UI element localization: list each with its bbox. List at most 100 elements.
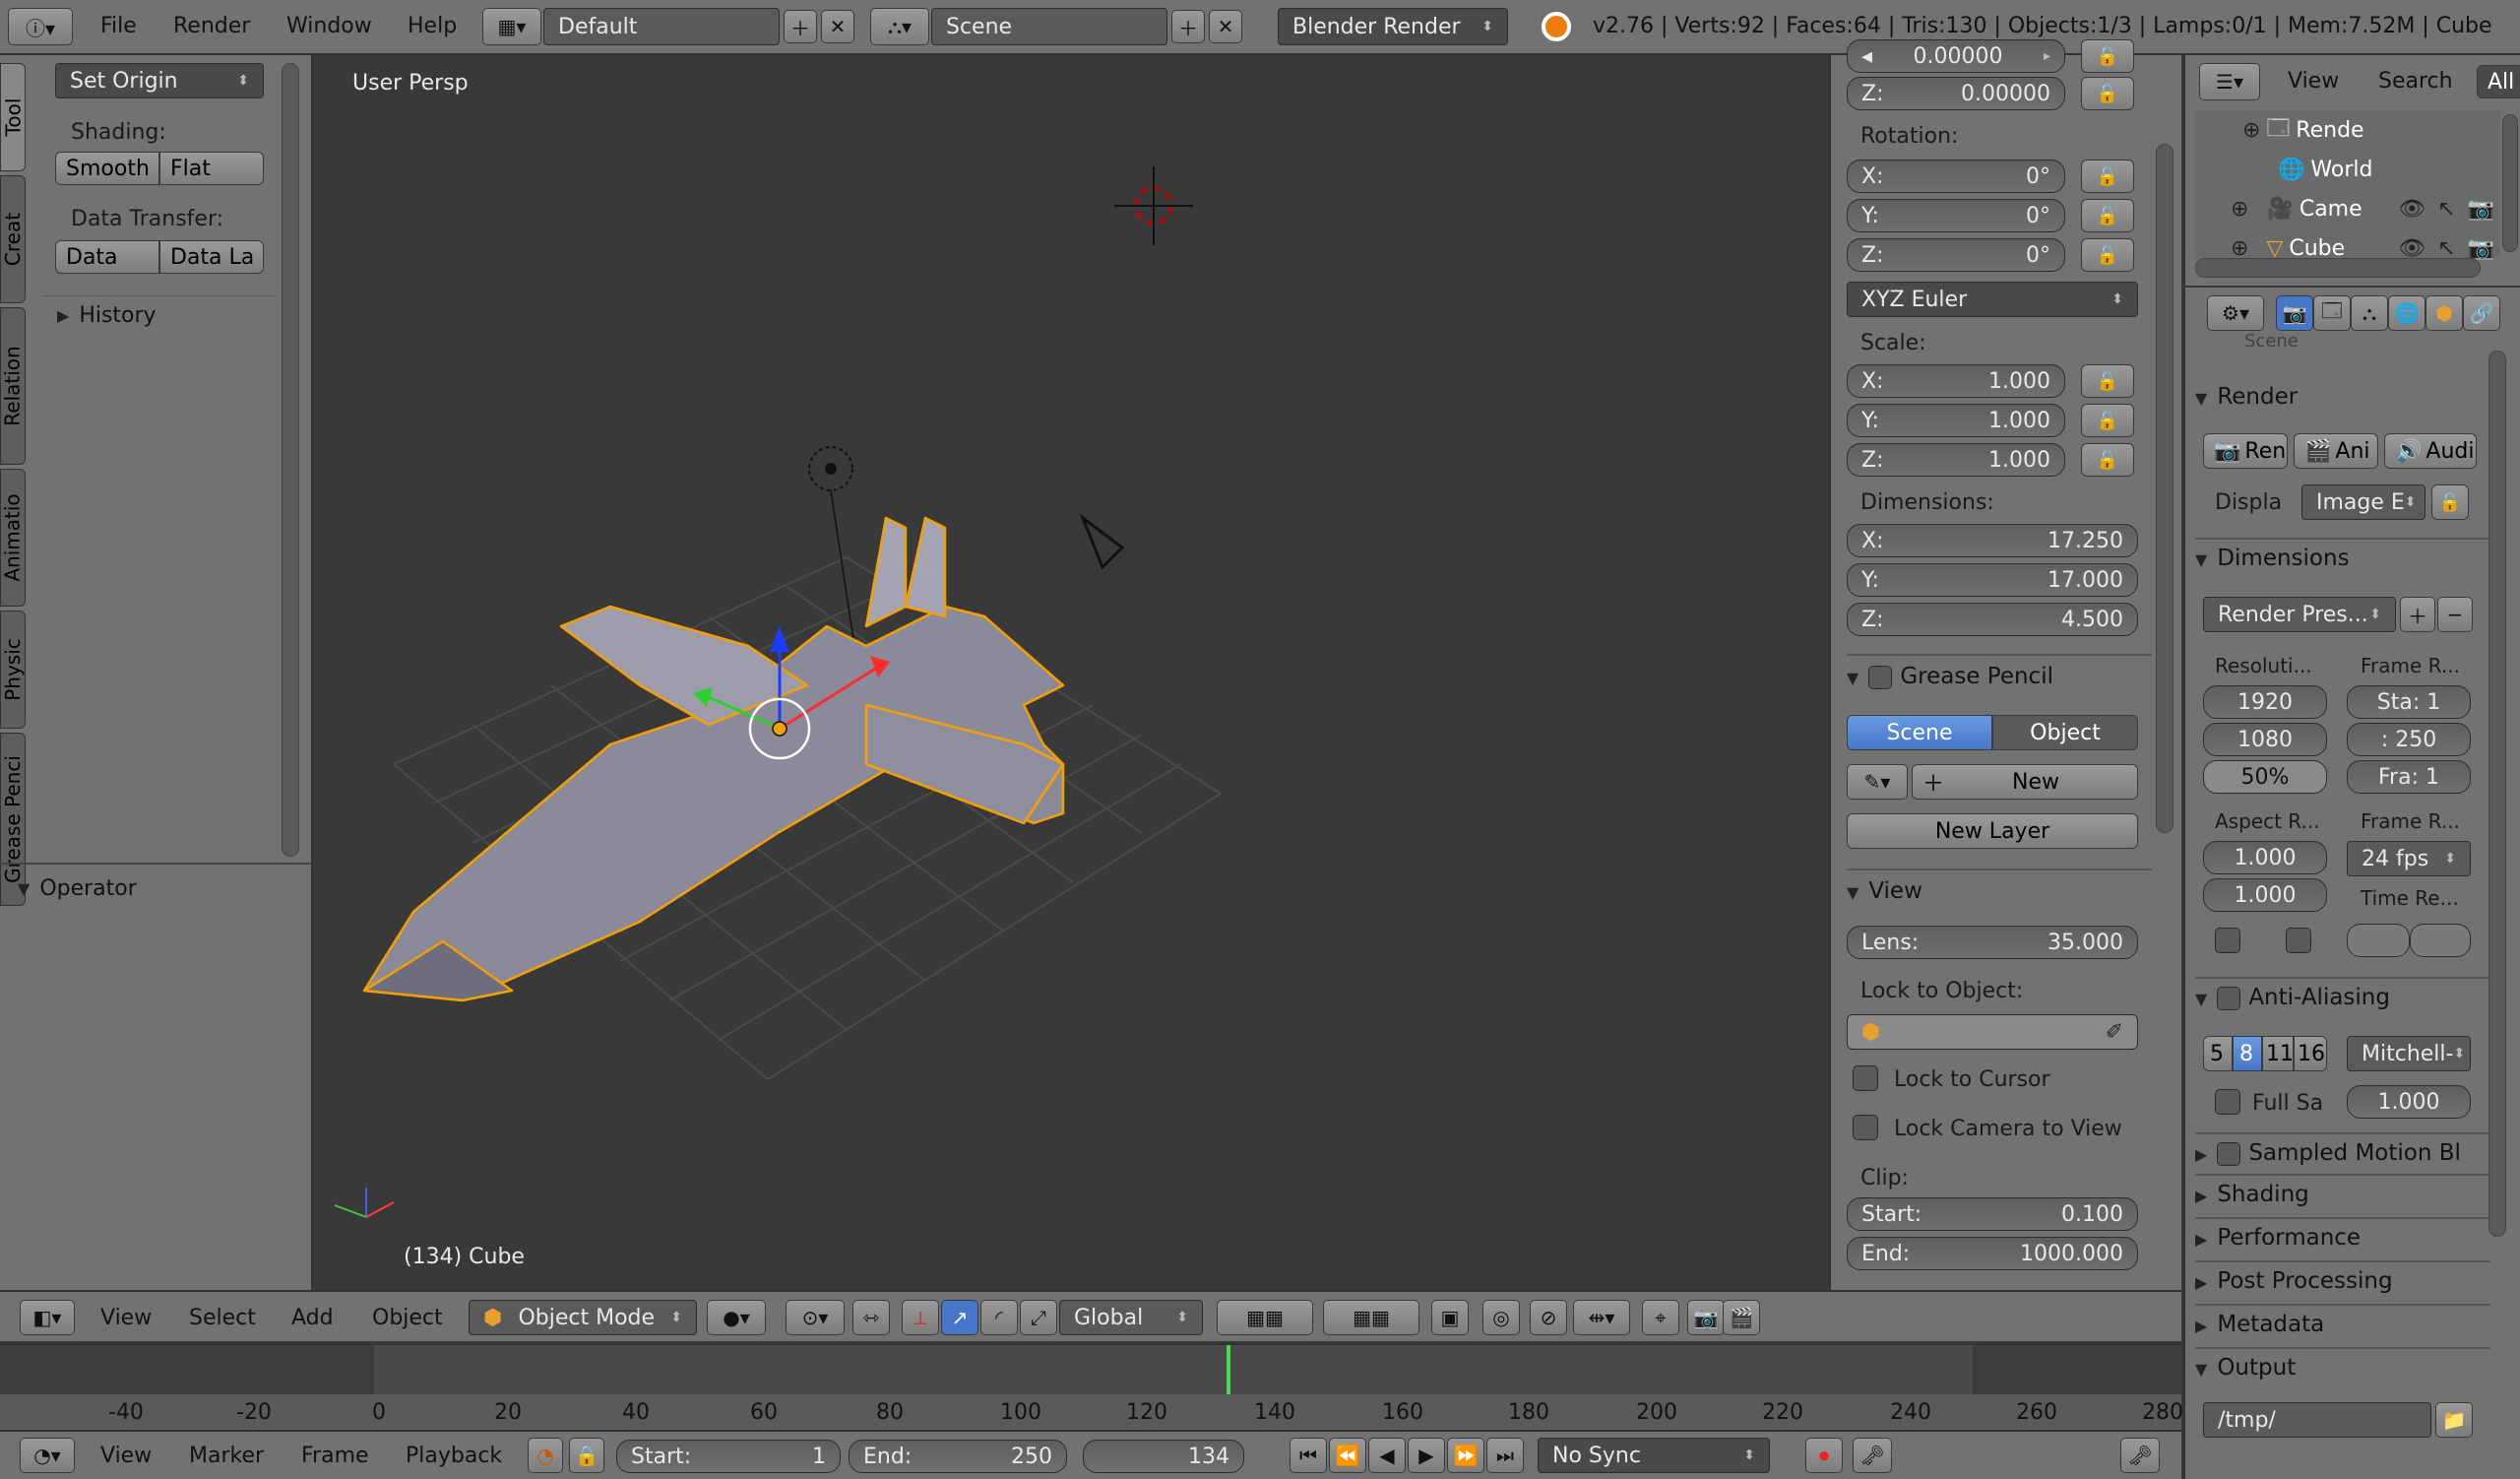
viewport-menu-select[interactable]: Select — [189, 1306, 256, 1330]
aa-samples-11[interactable]: 11 — [2262, 1036, 2294, 1071]
clip-start-field[interactable]: Start: 0.100 — [1847, 1197, 2138, 1231]
data-layout-button[interactable]: Data La — [159, 240, 264, 274]
timeline-menu-marker[interactable]: Marker — [189, 1444, 264, 1468]
eye-icon[interactable]: 👁 — [2398, 197, 2426, 222]
menu-help[interactable]: Help — [408, 14, 457, 38]
outliner-filter-select[interactable]: All — [2477, 65, 2520, 98]
editor-type-icon[interactable]: ◧▾ — [20, 1300, 75, 1335]
lens-field[interactable]: Lens: 35.000 — [1847, 926, 2138, 959]
snap-icon[interactable]: ⊘ — [1530, 1300, 1567, 1335]
audio-button[interactable]: 🔊 Audi — [2384, 433, 2477, 469]
lock-object-field[interactable]: ⬢ ✐ — [1847, 1014, 2138, 1050]
shading-mode-icon[interactable]: ●▾ — [707, 1300, 766, 1335]
aspect-y-field[interactable]: 1.000 — [2203, 878, 2327, 912]
snap-element-icon[interactable]: ⇹▾ — [1573, 1300, 1630, 1335]
grease-pencil-panel-header[interactable]: ▼ Grease Pencil — [1847, 654, 2152, 695]
tab-relations[interactable]: Relation — [0, 307, 26, 465]
jump-prev-keyframe-icon[interactable]: ⏪ — [1329, 1438, 1366, 1473]
jump-end-icon[interactable]: ⏭ — [1486, 1438, 1524, 1473]
lock-icon[interactable]: 🔓 — [2081, 404, 2134, 437]
motion-blur-checkbox[interactable] — [2217, 1141, 2241, 1166]
lock-icon[interactable]: 🔓 — [2081, 39, 2134, 73]
sampled-motion-blur-panel-header[interactable]: ▶ Sampled Motion Bl — [2195, 1132, 2490, 1172]
render-layers-tab-icon[interactable]: 🗔 — [2313, 295, 2351, 331]
gp-object-button[interactable]: Object — [1992, 715, 2138, 750]
scale-z-field[interactable]: Z: 1.000 — [1847, 443, 2065, 477]
gp-new-button[interactable]: ＋ New — [1912, 764, 2138, 800]
resolution-x-field[interactable]: 1920 — [2203, 685, 2327, 719]
proportional-edit-icon[interactable]: ◎ — [1482, 1300, 1520, 1335]
tab-create[interactable]: Creat — [0, 175, 26, 303]
dimension-y-field[interactable]: Y: 17.000 — [1847, 563, 2138, 597]
mode-select[interactable]: ⬢ Object Mode ⬍ — [469, 1300, 697, 1335]
rotation-mode-select[interactable]: XYZ Euler ⬍ — [1847, 282, 2138, 317]
output-panel-header[interactable]: ▼ Output — [2195, 1347, 2490, 1386]
scale-x-field[interactable]: X: 1.000 — [1847, 364, 2065, 398]
jump-start-icon[interactable]: ⏮ — [1290, 1438, 1327, 1473]
outliner-item[interactable]: ⊕ 🗔 Rende — [2195, 110, 2500, 150]
lock-time-icon[interactable]: 🔒 — [569, 1438, 604, 1473]
render-opengl-icon[interactable]: 📷 — [1687, 1300, 1725, 1335]
keying-set-icon[interactable]: 🗝 — [1853, 1438, 1892, 1473]
timeline-editor-type-icon[interactable]: ◔▾ — [20, 1438, 75, 1473]
menu-file[interactable]: File — [100, 14, 137, 38]
toolshelf-scrollbar[interactable] — [282, 63, 299, 857]
lock-icon[interactable]: 🔓 — [2081, 160, 2134, 193]
anti-aliasing-panel-header[interactable]: ▼ Anti-Aliasing — [2195, 977, 2490, 1016]
resolution-y-field[interactable]: 1080 — [2203, 723, 2327, 756]
eye-icon[interactable]: 👁 — [2398, 236, 2426, 261]
tab-animation[interactable]: Animatio — [0, 469, 26, 607]
pencil-icon[interactable]: ✎▾ — [1847, 764, 1908, 800]
add-layout-icon[interactable]: ＋ — [784, 10, 817, 43]
timeline-menu-frame[interactable]: Frame — [301, 1444, 369, 1468]
view-panel-header[interactable]: ▼ View — [1847, 868, 2152, 910]
menu-window[interactable]: Window — [286, 14, 372, 38]
transform-icon[interactable]: ⤢ — [1020, 1300, 1057, 1335]
render-icon[interactable]: 📷 — [2468, 236, 2494, 261]
outliner-hscrollbar[interactable] — [2195, 258, 2481, 278]
viewport-menu-object[interactable]: Object — [372, 1306, 443, 1330]
outliner-item[interactable]: ⊕ 🎥 Came 👁 ↖ 📷 — [2195, 189, 2500, 228]
dimension-x-field[interactable]: X: 17.250 — [1847, 524, 2138, 557]
3d-viewport[interactable]: User Persp (134) Cube — [315, 55, 1829, 1290]
smooth-button[interactable]: Smooth — [55, 152, 159, 185]
scale-y-field[interactable]: Y: 1.000 — [1847, 404, 2065, 437]
render-animation-icon[interactable]: 🎬 — [1723, 1300, 1760, 1335]
expand-icon[interactable]: ⊕ — [2231, 236, 2248, 261]
tab-tool[interactable]: Tool — [0, 63, 26, 171]
world-tab-icon[interactable]: 🌐 — [2388, 295, 2426, 331]
cursor-icon[interactable]: ↖ — [2437, 197, 2455, 222]
border-checkbox[interactable] — [2215, 928, 2240, 953]
lock-to-cursor-checkbox[interactable] — [1853, 1065, 1878, 1091]
anti-aliasing-checkbox[interactable] — [2217, 986, 2241, 1010]
render-button[interactable]: 📷 Ren — [2203, 433, 2288, 469]
lock-icon[interactable]: 🔓 — [2081, 364, 2134, 398]
rotation-z-field[interactable]: Z: 0° — [1847, 238, 2065, 272]
expand-icon[interactable]: ⊕ — [2242, 118, 2260, 143]
info-editor-type-button[interactable]: ⓘ▾ — [8, 8, 73, 45]
current-frame-field[interactable]: 134 — [1083, 1440, 1244, 1473]
full-sample-checkbox[interactable] — [2215, 1089, 2240, 1115]
aa-samples-16[interactable]: 16 — [2294, 1036, 2327, 1071]
resolution-percent-field[interactable]: 50% — [2203, 760, 2327, 794]
lock-icon[interactable]: 🔓 — [2081, 199, 2134, 232]
insert-keyframe-icon[interactable]: 🗝 — [2120, 1438, 2160, 1473]
constraints-tab-icon[interactable]: 🔗 — [2463, 295, 2500, 331]
time-remap-new-field[interactable] — [2410, 924, 2471, 957]
lock-icon[interactable]: 🔓 — [2081, 238, 2134, 272]
dimensions-panel-header[interactable]: ▼ Dimensions — [2195, 538, 2490, 577]
location-partial-field[interactable]: ◂ 0.00000 ▸ — [1847, 39, 2065, 73]
scene-field[interactable]: Scene — [931, 8, 1167, 45]
sync-mode-select[interactable]: No Sync ⬍ — [1538, 1438, 1770, 1473]
display-select[interactable]: Image E ⬍ — [2301, 484, 2426, 520]
location-z-field[interactable]: Z: 0.00000 — [1847, 77, 2065, 110]
frame-step-field[interactable]: Fra: 1 — [2347, 760, 2471, 794]
lock-layers-icon[interactable]: ▣ — [1431, 1300, 1469, 1335]
outliner-item[interactable]: 🌐 World — [2195, 150, 2500, 189]
lock-interface-icon[interactable]: 🔓 — [2431, 484, 2469, 520]
aspect-x-field[interactable]: 1.000 — [2203, 841, 2327, 874]
aa-filter-select[interactable]: Mitchell- ⬍ — [2347, 1036, 2471, 1071]
end-frame-field[interactable]: End: 250 — [849, 1440, 1067, 1473]
properties-type-icon[interactable]: ⚙▾ — [2207, 295, 2264, 331]
outliner-vscrollbar[interactable] — [2502, 114, 2518, 252]
